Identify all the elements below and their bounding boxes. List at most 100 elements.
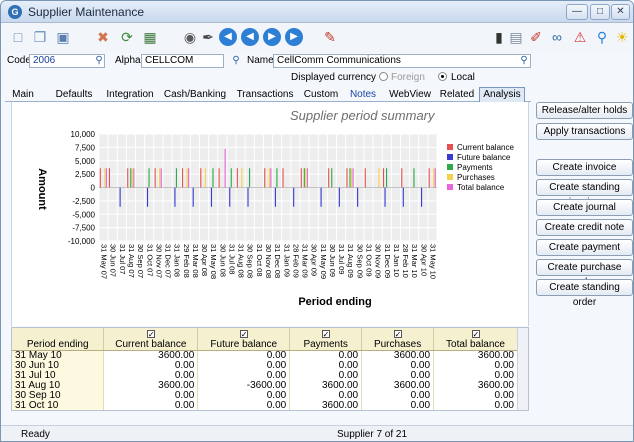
- alpha-field[interactable]: CELLCOM: [141, 54, 224, 68]
- maximize-icon[interactable]: □: [590, 4, 610, 20]
- tab-integration[interactable]: Integration: [103, 88, 157, 102]
- release-alter-holds-button[interactable]: Release/alter holds: [536, 102, 633, 119]
- table-cell: 0.00: [289, 370, 363, 380]
- tab-related[interactable]: Related: [437, 88, 477, 102]
- tip-icon[interactable]: ☀: [613, 28, 631, 46]
- table-row[interactable]: 31 Aug 10 3600.00 -3600.00 3600.00 3600.00 36…: [12, 380, 518, 390]
- code-lookup-icon[interactable]: ⚲: [93, 55, 105, 67]
- table-cell: 0.00: [103, 400, 199, 410]
- column-header[interactable]: Total balance: [433, 340, 518, 351]
- table-row[interactable]: 31 Oct 10 0.00 0.00 3600.00 0.00 0.00: [12, 400, 518, 410]
- status-bar: Ready Supplier 7 of 21: [1, 425, 633, 441]
- tools-icon[interactable]: ✒: [199, 28, 217, 46]
- window-title: Supplier Maintenance: [28, 5, 145, 19]
- search-icon[interactable]: ⚲: [593, 28, 611, 46]
- attachment-icon[interactable]: ✐: [527, 28, 545, 46]
- toolbar: □ ❐ ▣ ✖ ⟳ ▦ ◉ ✒ ◀ ◀ ▶ ▶ ✎ ▮ ▤ ✐ ∞ ⚠ ⚲ ☀: [1, 23, 633, 53]
- refresh-icon[interactable]: ⟳: [118, 28, 136, 46]
- next-record-icon[interactable]: ▶: [263, 28, 281, 46]
- links-icon[interactable]: ∞: [548, 28, 566, 46]
- minimize-icon[interactable]: —: [566, 4, 588, 20]
- copy-icon[interactable]: ❐: [31, 28, 49, 46]
- delete-icon[interactable]: ✖: [94, 28, 112, 46]
- checkbox-icon[interactable]: ✓: [393, 329, 402, 338]
- name-label: Name: [247, 55, 274, 66]
- alert-icon[interactable]: ⚠: [571, 28, 589, 46]
- create-invoice-button[interactable]: Create invoice: [536, 159, 633, 176]
- currency-label: Displayed currency: [291, 72, 377, 83]
- table-cell: 0.00: [433, 370, 518, 380]
- tab-defaults[interactable]: Defaults: [51, 88, 97, 102]
- checkbox-icon[interactable]: ✓: [471, 329, 480, 338]
- checkbox-icon[interactable]: ✓: [146, 329, 155, 338]
- checkbox-icon[interactable]: ✓: [239, 329, 248, 338]
- new-document-icon[interactable]: □: [9, 28, 27, 46]
- create-credit-note-button[interactable]: Create credit note: [536, 219, 633, 236]
- previous-record-icon[interactable]: ◀: [241, 28, 259, 46]
- table-cell: 31 Jul 10: [12, 370, 105, 380]
- create-standing-invoice-button[interactable]: Create standing invoice: [536, 179, 633, 208]
- table-cell: 3600.00: [289, 400, 363, 410]
- tab-cash-banking[interactable]: Cash/Banking: [163, 88, 227, 102]
- checkbox-icon[interactable]: ✓: [321, 329, 330, 338]
- table-cell: 30 Sep 10: [12, 390, 105, 400]
- create-purchase-order-button[interactable]: Create purchase order: [536, 259, 633, 288]
- tab-transactions[interactable]: Transactions: [233, 88, 297, 102]
- payments-toggle[interactable]: ✓: [289, 328, 363, 340]
- table-header: Period ending Current balance Future bal…: [12, 340, 518, 351]
- apply-transactions-button[interactable]: Apply transactions: [536, 123, 633, 140]
- tab-webview[interactable]: WebView: [385, 88, 435, 102]
- table-cell: 0.00: [197, 390, 291, 400]
- tab-main[interactable]: Main: [5, 88, 41, 102]
- tab-custom[interactable]: Custom: [301, 88, 341, 102]
- column-header[interactable]: Period ending: [12, 340, 105, 351]
- first-record-icon[interactable]: ◀: [219, 28, 237, 46]
- status-text: Ready: [21, 429, 50, 440]
- table-cell: 3600.00: [361, 380, 435, 390]
- notes-icon[interactable]: ▤: [507, 28, 525, 46]
- local-radio[interactable]: [438, 72, 447, 81]
- foreign-radio[interactable]: [379, 72, 388, 81]
- create-journal-button[interactable]: Create journal: [536, 199, 633, 216]
- table-cell: 31 Aug 10: [12, 380, 105, 390]
- table-row[interactable]: 31 Jul 10 0.00 0.00 0.00 0.00 0.00: [12, 370, 518, 380]
- current-balance-toggle[interactable]: ✓: [103, 328, 199, 340]
- create-standing-order-button[interactable]: Create standing order: [536, 279, 633, 308]
- tab-notes[interactable]: Notes: [345, 88, 381, 102]
- table-cell: 0.00: [289, 350, 363, 360]
- name-field[interactable]: CellComm Communications: [273, 54, 531, 68]
- last-record-icon[interactable]: ▶: [285, 28, 303, 46]
- table-cell: 3600.00: [103, 350, 199, 360]
- save-icon[interactable]: ▣: [54, 28, 72, 46]
- tab-analysis[interactable]: Analysis: [479, 87, 525, 102]
- column-header[interactable]: Current balance: [103, 340, 199, 351]
- future-balance-toggle[interactable]: ✓: [197, 328, 291, 340]
- name-lookup-icon[interactable]: ⚲: [518, 55, 530, 67]
- find-icon[interactable]: ◉: [181, 28, 199, 46]
- table-cell: 31 Oct 10: [12, 400, 105, 410]
- table-row[interactable]: 31 May 10 3600.00 0.00 0.00 3600.00 3600.00: [12, 350, 518, 360]
- close-icon[interactable]: ✕: [611, 4, 630, 20]
- column-header[interactable]: Purchases: [361, 340, 435, 351]
- table-scrollbar[interactable]: [517, 328, 528, 410]
- table-row[interactable]: 30 Sep 10 0.00 0.00 0.00 0.00 0.00: [12, 390, 518, 400]
- local-label: Local: [451, 72, 475, 83]
- column-header[interactable]: Payments: [289, 340, 363, 351]
- table-cell: 31 May 10: [12, 350, 105, 360]
- total-balance-toggle[interactable]: ✓: [433, 328, 518, 340]
- table-cell: 0.00: [197, 400, 291, 410]
- column-header[interactable]: Future balance: [197, 340, 291, 351]
- edit-icon[interactable]: ✎: [321, 28, 339, 46]
- create-payment-button[interactable]: Create payment: [536, 239, 633, 256]
- title-bar: G Supplier Maintenance — □ ✕: [1, 1, 633, 23]
- table-row[interactable]: 30 Jun 10 0.00 0.00 0.00 0.00 0.00: [12, 360, 518, 370]
- period-table: ✓ ✓ ✓ ✓ ✓ Period ending Current balance …: [11, 327, 529, 411]
- battery-icon[interactable]: ▮: [490, 28, 508, 46]
- period-checkbox-cell: [12, 328, 105, 340]
- table-cell: 3600.00: [433, 350, 518, 360]
- table-cell: 3600.00: [289, 380, 363, 390]
- purchases-toggle[interactable]: ✓: [361, 328, 435, 340]
- alpha-lookup-icon[interactable]: ⚲: [230, 55, 242, 67]
- grid-icon[interactable]: ▦: [141, 28, 159, 46]
- table-cell: 0.00: [289, 360, 363, 370]
